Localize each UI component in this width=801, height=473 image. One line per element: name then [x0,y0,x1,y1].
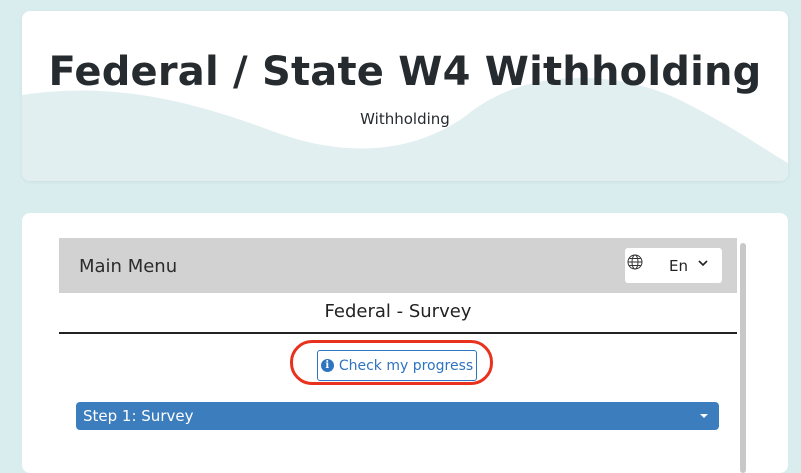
caret-down-icon [700,414,708,418]
scrollbar[interactable] [740,243,746,473]
wave-decoration [22,77,788,181]
main-card: Main Menu En Federal - Survey i Check my… [22,213,788,473]
step-select[interactable]: Step 1: Survey [76,402,719,430]
main-menu-bar: Main Menu En [59,238,737,293]
globe-icon [627,254,643,270]
page-subtitle: Withholding [360,110,450,128]
language-value: En [669,257,688,275]
check-progress-button[interactable]: i Check my progress [317,350,477,381]
check-progress-label: Check my progress [338,357,474,374]
chevron-down-icon [698,260,708,267]
divider [59,332,737,334]
info-icon: i [320,359,334,372]
main-menu-title[interactable]: Main Menu [79,256,177,277]
survey-title: Federal - Survey [324,301,472,322]
page-title: Federal / State W4 Withholding [48,49,762,95]
language-select[interactable]: En [625,248,722,283]
step-select-label: Step 1: Survey [83,407,194,425]
header-card: Federal / State W4 Withholding Withholdi… [22,11,788,181]
